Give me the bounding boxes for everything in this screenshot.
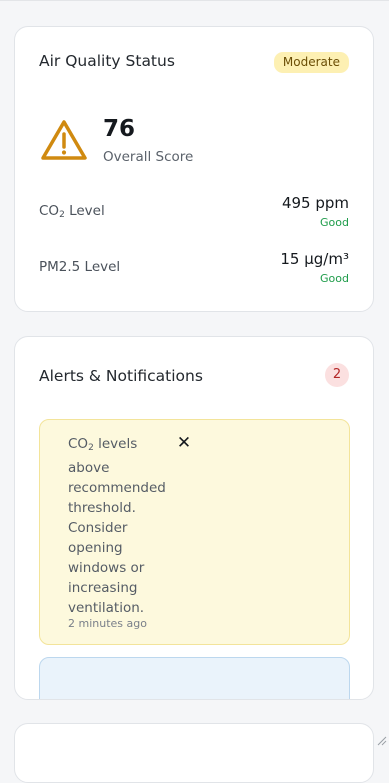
alert-item-partial [39, 657, 350, 699]
pm25-level-value: 15 μg/m³ [280, 250, 349, 268]
alerts-card: Alerts & Notifications 2 CO2 levels abov… [14, 336, 374, 700]
alert-timestamp: 2 minutes ago [68, 617, 147, 630]
alerts-count-badge: 2 [325, 363, 349, 387]
alerts-title: Alerts & Notifications [39, 367, 203, 385]
close-icon[interactable]: ✕ [176, 435, 192, 452]
air-quality-card: Air Quality Status Moderate 76 Overall S… [14, 26, 374, 312]
pm25-level-label: PM2.5 Level [39, 259, 121, 275]
co2-level-value: 495 ppm [281, 194, 349, 212]
warning-triangle-icon [41, 120, 87, 160]
co2-level-status: Good [320, 216, 349, 229]
alert-item: CO2 levels above recommended threshold. … [39, 419, 350, 645]
next-card [14, 723, 374, 783]
overall-score-label: Overall Score [103, 149, 194, 165]
pm25-level-status: Good [320, 272, 349, 285]
air-quality-title: Air Quality Status [39, 52, 175, 70]
co2-level-label: CO2 Level [39, 203, 105, 220]
alert-message: CO2 levels above recommended threshold. … [68, 436, 166, 616]
top-divider [0, 0, 389, 1]
resize-grip-icon[interactable] [375, 734, 387, 746]
overall-score-value: 76 [103, 116, 136, 142]
status-badge: Moderate [273, 52, 349, 73]
